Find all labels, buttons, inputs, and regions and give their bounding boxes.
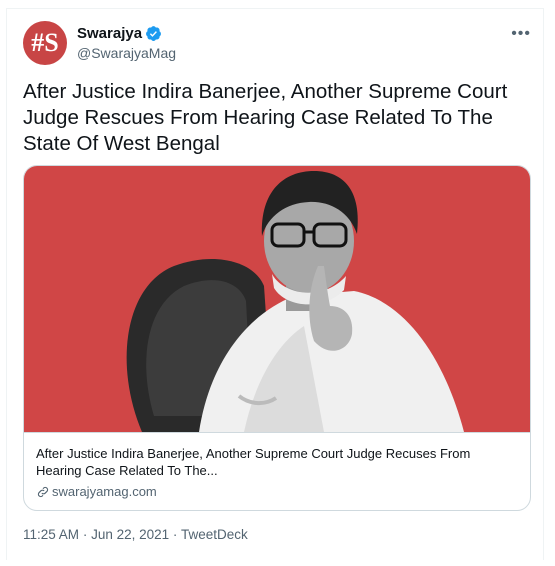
author-display-name[interactable]: Swarajya [77, 25, 142, 42]
verified-badge-icon [146, 26, 161, 41]
card-title: After Justice Indira Banerjee, Another S… [36, 446, 471, 478]
meta-separator-2: · [172, 527, 178, 542]
link-icon [37, 486, 49, 497]
author-handle[interactable]: @SwarajyaMag [77, 45, 176, 61]
card-text-area[interactable]: After Justice Indira Banerjee, Another S… [24, 432, 530, 510]
tweet-time[interactable]: 11:25 AM [23, 527, 79, 542]
author-name-row: Swarajya [77, 25, 162, 42]
tweet-date[interactable]: Jun 22, 2021 [91, 527, 169, 542]
card-domain[interactable]: swarajyamag.com [36, 484, 518, 499]
tweet-metadata: 11:25 AM · Jun 22, 2021 · TweetDeck [23, 527, 248, 542]
author-avatar[interactable]: #S [23, 21, 67, 65]
link-preview-card[interactable]: After Justice Indira Banerjee, Another S… [23, 165, 531, 511]
card-image[interactable] [24, 166, 530, 432]
more-options-button[interactable]: ••• [511, 25, 531, 43]
article-photo-illustration [126, 171, 464, 432]
tweet-source[interactable]: TweetDeck [181, 527, 248, 542]
card-domain-label: swarajyamag.com [52, 484, 157, 499]
meta-separator: · [82, 527, 88, 542]
tweet-text: After Justice Indira Banerjee, Another S… [23, 80, 508, 155]
tweet-container[interactable]: #S Swarajya @SwarajyaMag ••• After Justi… [6, 8, 544, 560]
